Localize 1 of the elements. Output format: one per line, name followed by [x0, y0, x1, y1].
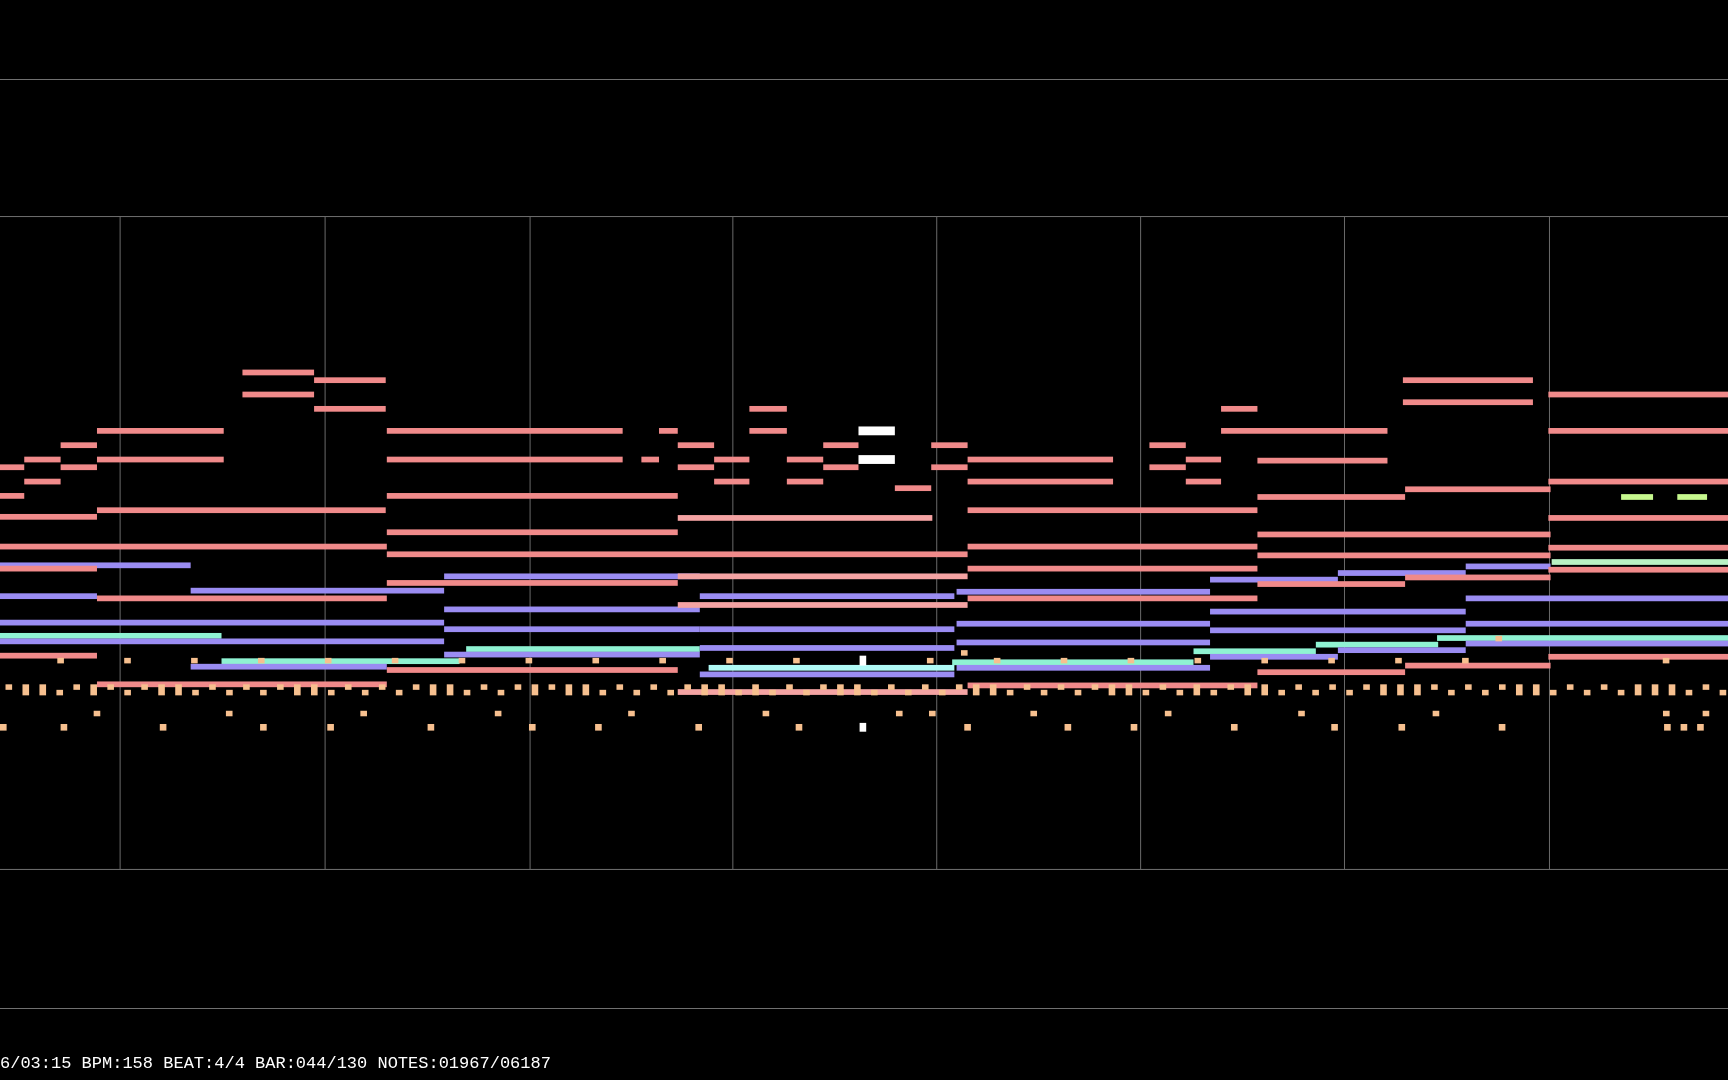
status-text: 6/03:15 BPM:158 BEAT:4/4 BAR:044/130 NOTES:01967/06187: [0, 1054, 551, 1074]
